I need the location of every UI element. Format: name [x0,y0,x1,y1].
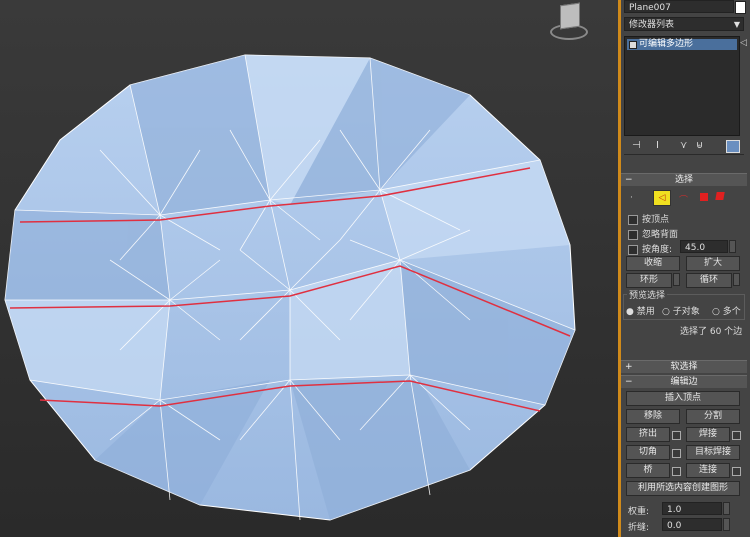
preview-multi-label: 多个 [722,307,741,317]
weight-input[interactable]: 1.0 [662,502,722,515]
rollout-soft-selection-label: 软选择 [670,362,698,372]
modifier-stack: 可编辑多边形 [624,36,740,136]
remove-button[interactable]: 移除 [626,409,680,424]
shrink-button[interactable]: 收缩 [626,256,680,271]
object-name-field[interactable]: Plane007 [624,0,734,13]
target-weld-button[interactable]: 目标焊接 [686,445,740,460]
ignore-backfacing-label: 忽略背面 [642,230,679,240]
crease-input[interactable]: 0.0 [662,518,722,531]
mesh-object[interactable] [4,54,576,521]
border-mode-icon[interactable]: ⌒ [679,193,688,206]
rollout-selection-label: 选择 [674,175,693,185]
preview-off-radio[interactable]: ● 禁用 [626,304,655,317]
split-button[interactable]: 分割 [686,409,740,424]
rollout-edit-edges[interactable]: − 编辑边 [621,375,747,388]
preview-selection-group: 预览选择 ● 禁用 ○ 子对象 ○ 多个 [623,288,745,320]
remove-modifier-icon[interactable]: ⊌ [696,140,703,151]
insert-vertex-button[interactable]: 插入顶点 [626,391,740,406]
rollout-selection[interactable]: − 选择 [621,173,747,186]
grow-button[interactable]: 扩大 [686,256,740,271]
connect-settings-icon[interactable] [732,467,741,476]
vertex-mode-icon[interactable]: · [630,193,633,203]
crease-label: 折缝: [628,523,650,533]
chamfer-settings-icon[interactable] [672,449,681,458]
ring-button[interactable]: 环形 [626,273,672,288]
bridge-settings-icon[interactable] [672,467,681,476]
by-vertex-row[interactable]: 按顶点 [628,212,669,225]
rollout-soft-selection[interactable]: + 软选择 [621,360,747,373]
weight-spinner[interactable] [723,502,730,515]
extrude-settings-icon[interactable] [672,431,681,440]
rollout-edit-edges-label: 编辑边 [670,377,698,387]
crease-spinner[interactable] [723,518,730,531]
chamfer-button[interactable]: 切角 [626,445,670,460]
extrude-button[interactable]: 挤出 [626,427,670,442]
angle-spinner[interactable] [729,240,736,253]
preview-off-label: 禁用 [636,307,655,317]
expand-toggle-icon[interactable] [629,41,637,49]
loop-button[interactable]: 循环 [686,273,732,288]
weld-button[interactable]: 焊接 [686,427,730,442]
stack-item-label: 可编辑多边形 [639,39,694,49]
connect-button[interactable]: 连接 [686,463,730,478]
element-mode-icon[interactable] [715,192,725,200]
preview-subobject-radio[interactable]: ○ 子对象 [662,304,700,317]
ignore-backfacing-row[interactable]: 忽略背面 [628,227,678,240]
ring-spinner[interactable] [673,273,680,286]
preview-selection-label: 预览选择 [627,288,668,301]
chevron-down-icon: ▼ [733,20,740,29]
show-end-result-icon[interactable]: Ⅰ [656,140,659,151]
stack-toolbar: ⊣ Ⅰ ⋎ ⊌ [624,140,744,155]
object-color-swatch[interactable] [735,1,746,14]
polygon-mode-icon[interactable] [700,193,708,201]
create-shape-button[interactable]: 利用所选内容创建图形 [626,481,740,496]
preview-subobject-label: 子对象 [672,307,700,317]
modifier-list-dropdown[interactable]: 修改器列表 ▼ [624,17,744,31]
weld-settings-icon[interactable] [732,431,741,440]
expand-icon: + [625,362,633,372]
viewcube-box [560,2,580,30]
stack-item-editable-poly[interactable]: 可编辑多边形 [627,39,737,50]
make-unique-icon[interactable]: ⋎ [680,140,687,151]
edge-mode-icon[interactable]: ◁ [653,190,671,206]
viewcube[interactable] [550,2,588,42]
selection-status: 选择了 60 个边 [680,327,743,337]
by-vertex-checkbox[interactable] [628,214,638,225]
pin-stack-icon[interactable]: ◁ [740,38,747,48]
collapse-icon: − [625,175,633,185]
preview-multi-radio[interactable]: ○ 多个 [712,304,741,317]
command-panel: Plane007 修改器列表 ▼ 可编辑多边形 ◁ ⊣ Ⅰ ⋎ ⊌ − 选择 ·… [618,0,750,537]
weight-label: 权重: [628,507,650,517]
by-angle-checkbox[interactable] [628,244,638,255]
by-angle-row[interactable]: 按角度: [628,242,672,255]
loop-spinner[interactable] [733,273,740,286]
subobject-toolbar: · ◁ ⌒ [618,189,750,207]
pin-icon[interactable]: ⊣ [632,140,641,151]
modifier-list-label: 修改器列表 [629,20,675,30]
viewport[interactable] [0,0,618,537]
angle-input[interactable]: 45.0 [680,240,728,253]
by-angle-label: 按角度: [642,245,673,255]
bridge-button[interactable]: 桥 [626,463,670,478]
mesh-view [4,54,576,521]
collapse-icon: − [625,377,633,387]
configure-sets-icon[interactable] [726,140,740,153]
ignore-backfacing-checkbox[interactable] [628,229,638,240]
panel-scroll-strip[interactable] [618,0,621,537]
by-vertex-label: 按顶点 [642,215,670,225]
